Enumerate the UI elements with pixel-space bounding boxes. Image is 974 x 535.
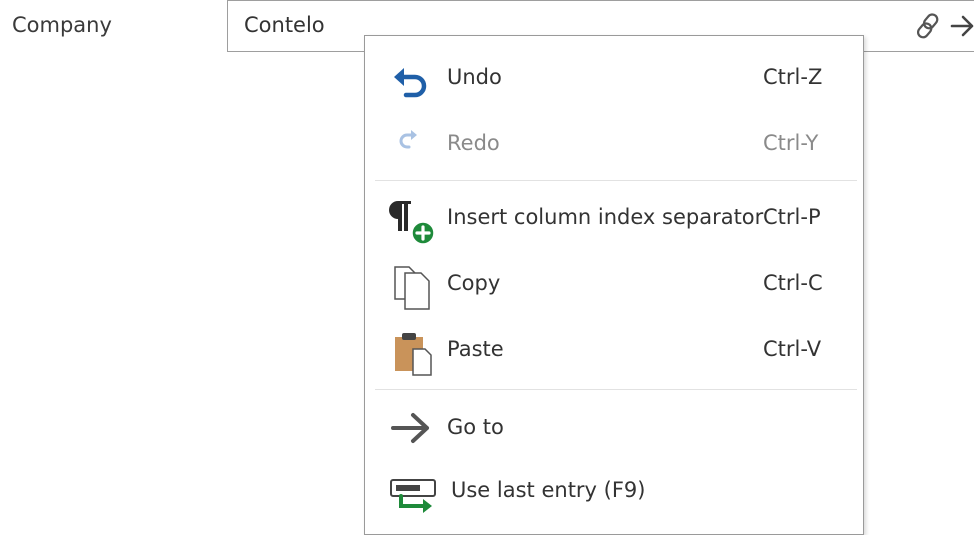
redo-icon bbox=[389, 125, 435, 171]
menu-item-undo[interactable]: Undo Ctrl-Z bbox=[365, 47, 863, 107]
menu-item-shortcut: Ctrl-Y bbox=[763, 131, 819, 155]
menu-item-insert-column-index-separator[interactable]: Insert column index separator Ctrl-P bbox=[365, 187, 863, 247]
go-to-arrow-icon[interactable] bbox=[950, 12, 974, 44]
menu-item-shortcut: Ctrl-P bbox=[763, 205, 821, 229]
menu-item-label: Paste bbox=[447, 337, 504, 361]
paste-icon bbox=[389, 331, 435, 377]
menu-separator bbox=[375, 389, 857, 390]
company-label: Company bbox=[12, 13, 112, 37]
menu-item-copy[interactable]: Copy Ctrl-C bbox=[365, 253, 863, 313]
menu-item-use-last-entry[interactable]: Use last entry (F9) bbox=[365, 460, 863, 520]
menu-item-label: Redo bbox=[447, 131, 500, 155]
context-menu: Undo Ctrl-Z Redo Ctrl-Y Insert column in… bbox=[364, 35, 864, 535]
menu-item-redo[interactable]: Redo Ctrl-Y bbox=[365, 113, 863, 173]
link-icon[interactable] bbox=[916, 12, 946, 44]
menu-separator bbox=[375, 180, 857, 181]
menu-item-go-to[interactable]: Go to bbox=[365, 397, 863, 457]
menu-item-shortcut: Ctrl-Z bbox=[763, 65, 823, 89]
use-last-entry-icon bbox=[389, 472, 436, 518]
menu-item-shortcut: Ctrl-V bbox=[763, 337, 822, 361]
company-input-value[interactable]: Contelo bbox=[244, 13, 325, 37]
menu-item-label: Use last entry (F9) bbox=[451, 478, 646, 502]
menu-item-label: Go to bbox=[447, 415, 504, 439]
menu-item-label: Copy bbox=[447, 271, 501, 295]
menu-item-label: Undo bbox=[447, 65, 502, 89]
arrow-right-icon bbox=[389, 409, 435, 455]
menu-item-shortcut: Ctrl-C bbox=[763, 271, 823, 295]
copy-icon bbox=[389, 265, 435, 311]
menu-item-paste[interactable]: Paste Ctrl-V bbox=[365, 319, 863, 379]
undo-icon bbox=[389, 59, 435, 105]
pilcrow-add-icon bbox=[389, 199, 435, 245]
menu-item-label: Insert column index separator bbox=[447, 205, 764, 229]
